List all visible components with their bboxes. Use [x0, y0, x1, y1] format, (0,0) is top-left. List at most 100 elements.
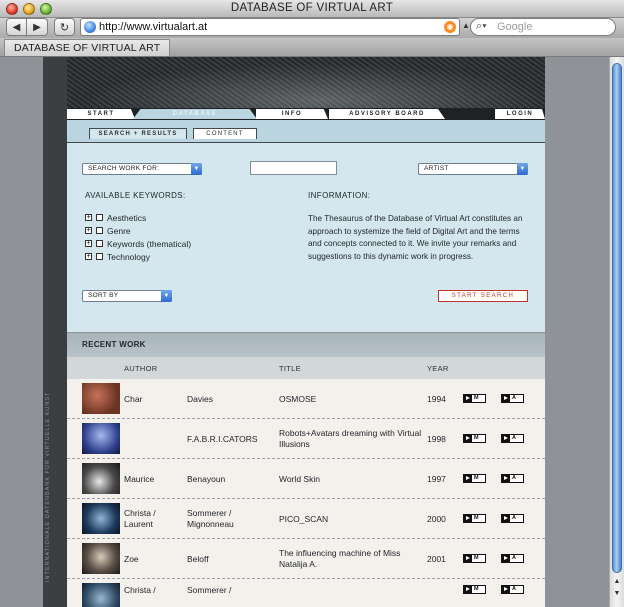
keyword-label: Aesthetics [107, 212, 147, 223]
keyword-checkbox[interactable] [96, 240, 103, 247]
table-row[interactable]: Maurice Benayoun World Skin 1997 M A [67, 459, 545, 499]
scroll-up-icon[interactable]: ▲ [612, 578, 622, 588]
window-title: DATABASE OF VIRTUAL ART [230, 2, 394, 14]
keywords-heading: AVAILABLE KEYWORDS: [85, 191, 186, 200]
artwork-button[interactable]: A [501, 394, 524, 403]
scrollbar-thumb[interactable] [612, 63, 622, 573]
back-button[interactable]: ◀ [6, 18, 27, 36]
arrow-left-icon: ◀ [12, 21, 21, 33]
search-field[interactable]: ⌕▾ Google [470, 18, 616, 36]
expand-icon[interactable]: + [85, 227, 92, 234]
sidebar-vertical-text: INTERNATIONALE DATENBANK FÜR VIRTUELLE K… [45, 391, 51, 583]
search-text-input[interactable] [250, 161, 337, 175]
search-icon: ⌕▾ [476, 20, 487, 32]
author-last-name: Sommerer / Mignonneau [187, 508, 234, 529]
artwork-button[interactable]: A [501, 514, 524, 523]
author-last-name: Sommerer / [187, 585, 232, 595]
url-text: http://www.virtualart.at [99, 21, 208, 33]
expand-icon[interactable]: + [85, 214, 92, 221]
scroll-down-icon[interactable]: ▼ [612, 590, 622, 600]
media-button[interactable]: M [463, 474, 486, 483]
keyword-tree: + Aesthetics + Genre + Keywords (themati… [85, 211, 191, 263]
artwork-title[interactable]: The influencing machine of Miss Natalija… [279, 548, 424, 570]
nav-login[interactable]: LOGIN [495, 109, 545, 119]
nav-start[interactable]: START [67, 109, 135, 119]
table-row[interactable]: Zoe Beloff The influencing machine of Mi… [67, 539, 545, 579]
search-panel: SEARCH WORK FOR: ▼ ARTIST ▼ AVAILABLE KE… [67, 142, 545, 332]
sub-tabs: SEARCH + RESULTS CONTENT [67, 120, 545, 142]
column-title: TITLE [279, 364, 301, 373]
author-first-name: Char [124, 394, 143, 404]
keyword-item: + Technology [85, 250, 191, 263]
author-first-name: Christa / Laurent [124, 508, 156, 529]
author-last-name: Davies [187, 394, 213, 404]
artwork-year: 1994 [427, 394, 446, 404]
artwork-title[interactable]: Robots+Avatars dreaming with Virtual Ill… [279, 428, 424, 450]
artwork-button[interactable]: A [501, 554, 524, 563]
results-list: Char Davies OSMOSE 1994 M A F.A.B.R.I.CA… [67, 379, 545, 607]
reload-button[interactable]: ↻ [54, 18, 75, 36]
artwork-thumbnail[interactable] [82, 423, 120, 454]
expand-icon[interactable]: + [85, 240, 92, 247]
media-button[interactable]: M [463, 514, 486, 523]
artwork-year: 2001 [427, 554, 446, 564]
column-author: AUTHOR [124, 364, 158, 373]
search-work-for-select[interactable]: SEARCH WORK FOR: ▼ [82, 163, 202, 175]
table-row[interactable]: F.A.B.R.I.CATORS Robots+Avatars dreaming… [67, 419, 545, 459]
artwork-title[interactable]: OSMOSE [279, 394, 424, 405]
table-row[interactable]: Christa / Laurent Sommerer / Mignonneau … [67, 499, 545, 539]
start-search-button[interactable]: START SEARCH [438, 290, 528, 302]
forward-button[interactable]: ▶ [27, 18, 48, 36]
artwork-year: 2000 [427, 514, 446, 524]
table-row[interactable]: Char Davies OSMOSE 1994 M A [67, 379, 545, 419]
rss-icon[interactable]: ◉ [444, 21, 456, 33]
main-navigation: START DATABASE INFO ADVISORY BOARD LOGIN [67, 108, 545, 120]
artwork-title[interactable]: World Skin [279, 474, 424, 485]
search-placeholder: Google [497, 21, 533, 33]
artwork-button[interactable]: A [501, 434, 524, 443]
chevron-down-icon: ▼ [517, 163, 528, 175]
artwork-year: 1998 [427, 434, 446, 444]
author-last-name: Benayoun [187, 474, 226, 484]
browser-tab[interactable]: DATABASE OF VIRTUAL ART [4, 39, 171, 56]
artwork-thumbnail[interactable] [82, 383, 120, 414]
nav-database[interactable]: DATABASE [133, 109, 257, 119]
tab-search-results[interactable]: SEARCH + RESULTS [89, 128, 187, 139]
column-year: YEAR [427, 364, 449, 373]
artwork-thumbnail[interactable] [82, 583, 120, 607]
artwork-thumbnail[interactable] [82, 503, 120, 534]
tab-content[interactable]: CONTENT [193, 128, 257, 139]
site-sidebar: INTERNATIONALE DATENBANK FÜR VIRTUELLE K… [43, 57, 67, 607]
chevron-down-icon: ▼ [191, 163, 202, 175]
address-bar[interactable]: http://www.virtualart.at ◉ [80, 18, 460, 36]
recent-work-heading: RECENT WORK [67, 333, 545, 357]
artwork-button[interactable]: A [501, 585, 524, 594]
nav-info[interactable]: INFO [256, 109, 328, 119]
vertical-scrollbar[interactable]: ▲ ▼ [609, 57, 624, 607]
chevron-up-icon[interactable]: ▲ [462, 21, 470, 30]
keyword-label: Technology [107, 251, 151, 262]
author-last-name: F.A.B.R.I.CATORS [187, 434, 258, 444]
keyword-checkbox[interactable] [96, 214, 103, 221]
information-text: The Thesaurus of the Database of Virtual… [308, 214, 523, 261]
sort-by-select[interactable]: SORT BY ▼ [82, 290, 172, 302]
media-button[interactable]: M [463, 434, 486, 443]
keyword-checkbox[interactable] [96, 253, 103, 260]
keyword-checkbox[interactable] [96, 227, 103, 234]
reload-icon: ↻ [59, 21, 70, 34]
media-button[interactable]: M [463, 554, 486, 563]
author-first-name: Christa / [124, 585, 156, 595]
artwork-thumbnail[interactable] [82, 543, 120, 574]
media-button[interactable]: M [463, 394, 486, 403]
artwork-button[interactable]: A [501, 474, 524, 483]
author-first-name: Maurice [124, 474, 155, 484]
table-row[interactable]: Christa / Sommerer / M A [67, 579, 545, 607]
nav-advisory-board[interactable]: ADVISORY BOARD [329, 109, 445, 119]
media-button[interactable]: M [463, 585, 486, 594]
keyword-label: Keywords (thematical) [107, 238, 192, 249]
artwork-title[interactable]: PICO_SCAN [279, 514, 424, 525]
window-titlebar: DATABASE OF VIRTUAL ART [0, 0, 624, 18]
field-select[interactable]: ARTIST ▼ [418, 163, 528, 175]
expand-icon[interactable]: + [85, 253, 92, 260]
artwork-thumbnail[interactable] [82, 463, 120, 494]
